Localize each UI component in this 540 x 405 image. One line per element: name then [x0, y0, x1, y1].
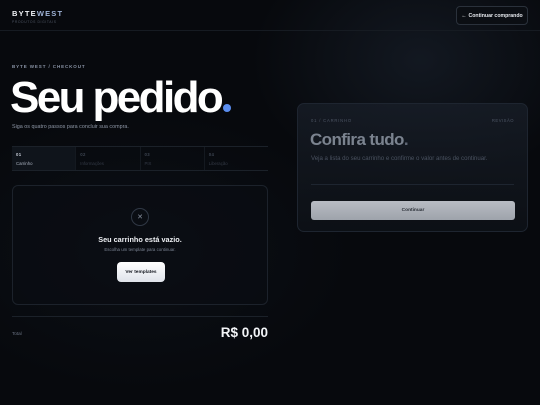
step-label: PIX — [144, 161, 152, 166]
step-number: 01 — [16, 152, 22, 157]
close-icon: ✕ — [131, 208, 149, 226]
card-description: Veja a lista do seu carrinho e confirme … — [311, 155, 488, 162]
brand-logo[interactable]: BYTEWEST PRODUTOS DIGITAIS — [12, 9, 63, 24]
step-label: Carrinho — [16, 161, 33, 166]
card-divider — [311, 184, 514, 185]
total-value: R$ 0,00 — [220, 325, 268, 340]
confirm-card: 01 / CARRINHO REVISÃO Confira tudo. Veja… — [297, 103, 528, 232]
empty-cart-title: Seu carrinho está vazio. — [98, 235, 182, 244]
breadcrumb: BYTE WEST / CHECKOUT — [12, 64, 86, 69]
step-pix[interactable]: 03 PIX — [141, 147, 205, 170]
step-number: 03 — [144, 152, 151, 157]
step-label: Liberação — [208, 161, 228, 166]
card-title-dot: . — [403, 130, 409, 149]
view-templates-button[interactable]: Ver templates — [117, 262, 165, 282]
continue-shopping-label: Continuar comprando — [468, 12, 523, 19]
arrow-left-icon: ← — [461, 12, 467, 19]
step-release[interactable]: 04 Liberação — [205, 147, 268, 170]
step-number: 04 — [208, 152, 215, 157]
total-label: Total — [12, 331, 22, 336]
page-title-text: Seu pedido — [10, 73, 224, 122]
empty-cart-subtitle: Escolha um template para continuar. — [104, 247, 176, 252]
brand-name-suffix: WEST — [36, 9, 64, 18]
continue-shopping-button[interactable]: ← Continuar comprando — [456, 6, 528, 25]
continue-button[interactable]: Continuar — [311, 201, 515, 220]
cart-panel: ✕ Seu carrinho está vazio. Escolha um te… — [12, 185, 268, 305]
page-subtitle: Siga os quatro passos para concluir sua … — [12, 124, 129, 130]
step-label: Informações — [80, 161, 104, 166]
brand-name-prefix: BYTE — [12, 9, 37, 18]
step-cart[interactable]: 01 Carrinho — [12, 147, 77, 170]
step-info[interactable]: 02 Informações — [76, 147, 141, 170]
brand-name: BYTEWEST — [12, 9, 63, 18]
top-header: BYTEWEST PRODUTOS DIGITAIS ← Continuar c… — [0, 0, 540, 31]
card-title-text: Confira tudo — [310, 130, 404, 149]
step-number: 02 — [80, 152, 86, 157]
card-review-tag: REVISÃO — [491, 118, 514, 123]
title-accent-dot — [223, 104, 232, 112]
total-row: Total R$ 0,00 — [12, 316, 268, 344]
page-title: Seu pedido — [10, 73, 232, 122]
card-step-label: 01 / CARRINHO — [311, 118, 352, 123]
card-title: Confira tudo. — [310, 130, 409, 150]
checkout-steps: 01 Carrinho 02 Informações 03 PIX 04 Lib… — [12, 146, 268, 171]
brand-tagline: PRODUTOS DIGITAIS — [12, 20, 57, 24]
